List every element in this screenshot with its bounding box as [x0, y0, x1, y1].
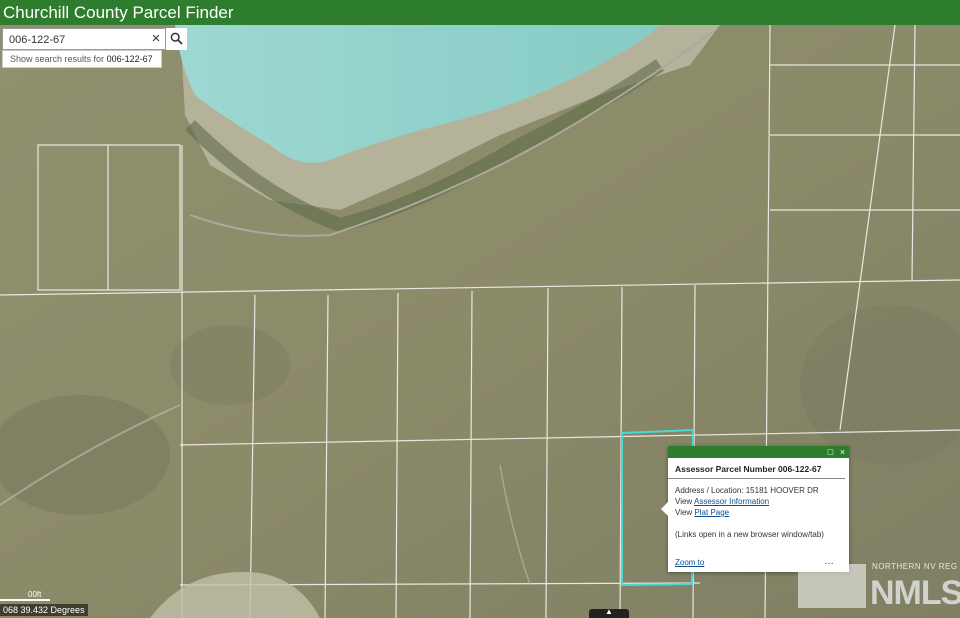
- links-note: (Links open in a new browser window/tab): [675, 530, 824, 539]
- logo-small-text: NORTHERN NV REG: [872, 562, 958, 571]
- logo-image: [798, 564, 866, 608]
- popup-title: Assessor Parcel Number 006-122-67: [668, 458, 845, 479]
- watermark-logo: NORTHERN NV REG NMLS: [798, 560, 960, 618]
- view-label: View: [675, 508, 693, 517]
- parcel-popup: □ × Assessor Parcel Number 006-122-67 Ad…: [661, 446, 849, 572]
- search-button[interactable]: [165, 28, 187, 50]
- clear-search-button[interactable]: ×: [148, 29, 164, 49]
- assessor-information-link[interactable]: Assessor Information: [694, 497, 769, 506]
- address-row: Address / Location: 15181 HOOVER DR: [675, 485, 842, 496]
- popup-pointer: [661, 502, 668, 516]
- app-title: Churchill County Parcel Finder: [3, 3, 234, 22]
- assessor-row: View Assessor Information: [675, 496, 842, 507]
- popup-body: Address / Location: 15181 HOOVER DR View…: [668, 479, 849, 540]
- chevron-up-icon: ▲: [605, 607, 613, 616]
- app-header: Churchill County Parcel Finder: [0, 0, 960, 25]
- maximize-icon[interactable]: □: [825, 446, 836, 458]
- plat-row: View Plat Page: [675, 507, 842, 518]
- logo-big-text: NMLS: [870, 574, 960, 612]
- coordinate-readout: 068 39.432 Degrees: [0, 604, 88, 616]
- popup-titlebar: □ ×: [668, 446, 849, 458]
- suggestion-prefix: Show search results for: [10, 54, 105, 64]
- bottom-panel-handle[interactable]: ▲: [589, 607, 629, 618]
- scale-label: 00ft: [28, 590, 42, 599]
- close-icon[interactable]: ×: [837, 446, 848, 458]
- view-label: View: [675, 497, 693, 506]
- address-value: 15181 HOOVER DR: [745, 486, 819, 495]
- suggestion-term: 006-122-67: [106, 54, 153, 64]
- plat-page-link[interactable]: Plat Page: [694, 508, 729, 517]
- search-box: ×: [2, 28, 187, 51]
- zoom-to-link[interactable]: Zoom to: [675, 558, 704, 567]
- parcel-search-input[interactable]: [3, 29, 151, 51]
- search-suggestion[interactable]: Show search results for 006-122-67: [2, 50, 162, 68]
- search-icon: [170, 32, 183, 45]
- scale-bar: 00ft: [0, 590, 58, 601]
- address-label: Address / Location:: [675, 486, 744, 495]
- scale-line: [0, 599, 50, 601]
